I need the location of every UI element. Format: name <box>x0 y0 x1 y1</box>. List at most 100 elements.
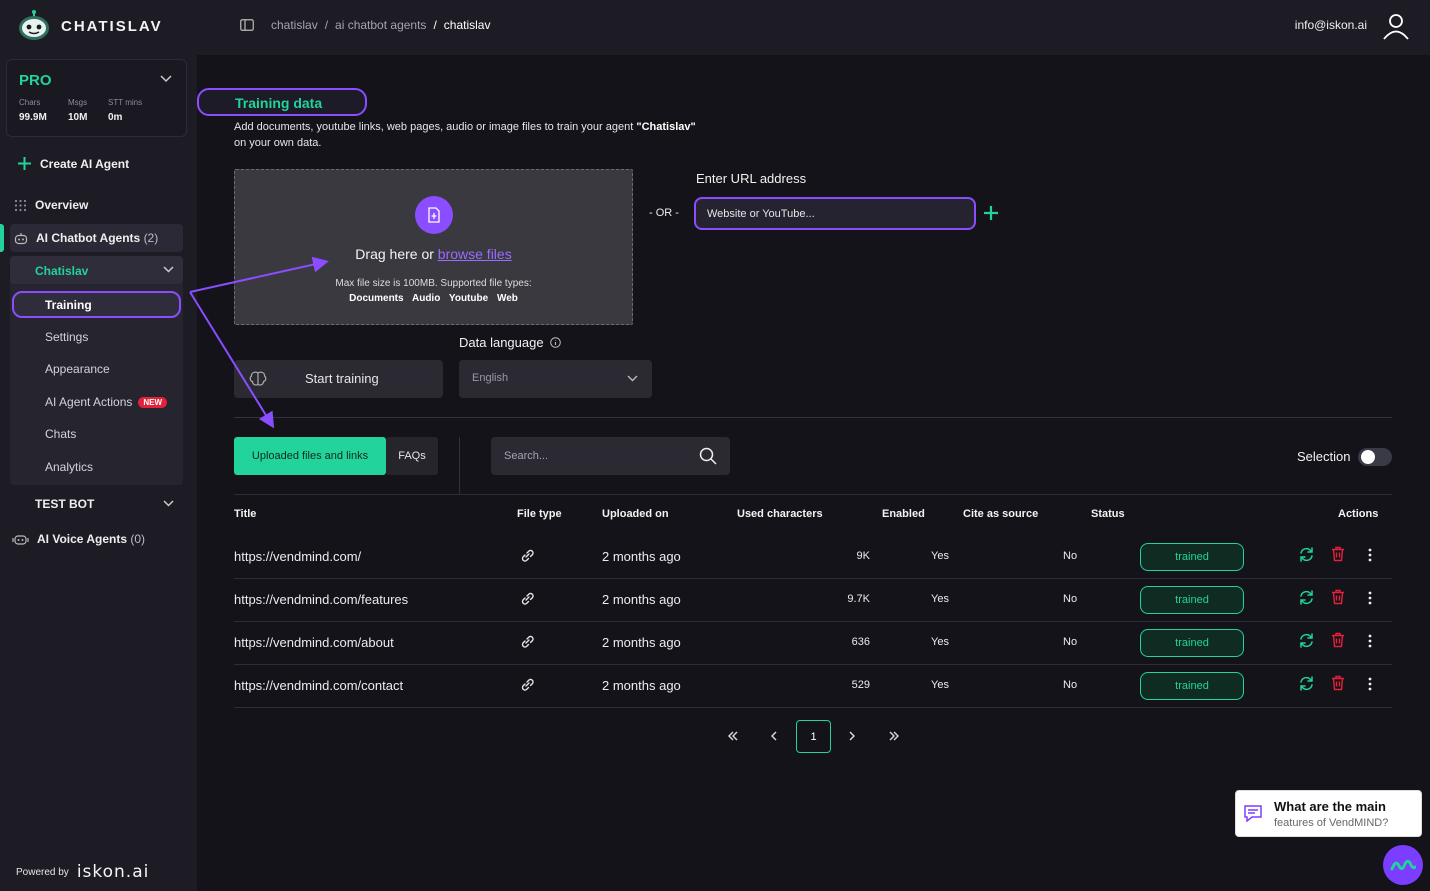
row-title[interactable]: https://vendmind.com/ <box>234 549 361 564</box>
retrain-icon[interactable] <box>1298 590 1315 608</box>
column-header-cite[interactable]: Cite as source <box>963 508 1038 520</box>
breadcrumb-item[interactable]: chatislav <box>271 18 318 32</box>
sidebar-item-overview[interactable]: Overview <box>14 198 88 212</box>
link-icon <box>520 591 535 609</box>
user-avatar-icon[interactable] <box>1381 10 1411 40</box>
sidebar-item-agent-actions[interactable]: AI Agent Actions NEW <box>45 395 168 409</box>
stat-value: 99.9M <box>19 112 47 123</box>
row-uploaded: 2 months ago <box>602 678 681 693</box>
stat-msgs: Msgs 10M <box>68 98 87 123</box>
row-divider <box>234 621 1392 622</box>
page-number-current[interactable]: 1 <box>796 720 831 753</box>
create-agent-label: Create AI Agent <box>40 156 130 171</box>
row-cite-source[interactable]: No <box>1063 550 1077 562</box>
description-text: on your own data. <box>234 137 322 149</box>
prev-page-icon[interactable] <box>770 731 778 741</box>
powered-by-brand[interactable]: iskon.ai <box>77 862 150 882</box>
sidebar-item-label: AI Agent Actions <box>45 395 133 409</box>
more-options-icon[interactable] <box>1368 591 1372 608</box>
stat-value: 0m <box>108 112 123 123</box>
url-input[interactable] <box>694 197 976 230</box>
breadcrumb-separator: / <box>324 18 329 32</box>
row-title[interactable]: https://vendmind.com/about <box>234 635 394 650</box>
column-header-uploaded[interactable]: Uploaded on <box>602 508 669 520</box>
row-uploaded: 2 months ago <box>602 549 681 564</box>
browse-files-link[interactable]: browse files <box>438 246 512 262</box>
description-agent: "Chatislav" <box>636 121 696 133</box>
more-options-icon[interactable] <box>1368 634 1372 651</box>
column-header-file-type[interactable]: File type <box>517 508 562 520</box>
info-icon[interactable] <box>549 337 561 348</box>
search-field[interactable] <box>491 437 730 475</box>
table-top-divider <box>234 494 1392 495</box>
language-select[interactable]: English <box>459 360 652 398</box>
row-enabled[interactable]: Yes <box>931 679 949 691</box>
row-enabled[interactable]: Yes <box>931 550 949 562</box>
grid-dots-icon <box>14 199 27 211</box>
toolbar-separator <box>459 437 460 494</box>
breadcrumb-item[interactable]: ai chatbot agents <box>335 18 426 32</box>
row-uploaded: 2 months ago <box>602 635 681 650</box>
file-dropzone[interactable]: Drag here or browse files Max file size … <box>234 169 633 325</box>
add-url-icon[interactable] <box>983 205 999 221</box>
page-description: Add documents, youtube links, web pages,… <box>234 119 754 151</box>
row-title[interactable]: https://vendmind.com/contact <box>234 678 403 693</box>
chevron-down-icon <box>163 266 174 273</box>
sidebar-toggle-icon[interactable] <box>240 19 254 31</box>
stat-label: Chars <box>19 98 41 107</box>
tab-uploaded-files[interactable]: Uploaded files and links <box>234 437 386 475</box>
search-input[interactable] <box>491 437 691 475</box>
row-cite-source[interactable]: No <box>1063 593 1077 605</box>
retrain-icon[interactable] <box>1298 633 1315 651</box>
retrain-icon[interactable] <box>1298 547 1315 565</box>
start-training-button[interactable]: Start training <box>234 360 443 398</box>
test-bot-toggle[interactable]: TEST BOT <box>35 497 94 511</box>
language-label-text: Data language <box>459 335 544 350</box>
last-page-icon[interactable] <box>888 731 900 741</box>
row-cite-source[interactable]: No <box>1063 636 1077 648</box>
breadcrumb: chatislav / ai chatbot agents / chatisla… <box>240 18 490 32</box>
more-options-icon[interactable] <box>1368 677 1372 694</box>
column-header-status[interactable]: Status <box>1091 508 1125 520</box>
column-header-used-chars[interactable]: Used characters <box>737 508 823 520</box>
dropzone-limits: Max file size is 100MB. Supported file t… <box>335 278 532 289</box>
language-value: English <box>472 372 509 384</box>
delete-icon[interactable] <box>1331 546 1345 565</box>
column-header-enabled[interactable]: Enabled <box>882 508 925 520</box>
sidebar-item-analytics[interactable]: Analytics <box>45 460 93 474</box>
delete-icon[interactable] <box>1331 675 1345 694</box>
plan-selector[interactable]: PRO Chars 99.9M Msgs 10M STT mins 0m <box>6 59 187 137</box>
sidebar-item-chatbot-agents[interactable]: AI Chatbot Agents (2) <box>10 224 183 252</box>
sidebar-item-training[interactable]: Training <box>12 291 181 318</box>
sidebar-item-settings[interactable]: Settings <box>45 330 88 344</box>
search-icon[interactable] <box>699 447 717 465</box>
sidebar-item-chats[interactable]: Chats <box>45 427 76 441</box>
column-header-title[interactable]: Title <box>234 508 256 520</box>
chat-launcher-button[interactable] <box>1383 845 1423 885</box>
sidebar-item-voice-agents[interactable]: AI Voice Agents (0) <box>12 532 145 546</box>
page-title-text: Training data <box>235 95 323 111</box>
plan-name: PRO <box>19 72 52 89</box>
url-label: Enter URL address <box>696 171 807 186</box>
more-options-icon[interactable] <box>1368 548 1372 565</box>
chat-suggestion[interactable]: What are the main features of VendMIND? <box>1235 790 1422 837</box>
row-enabled[interactable]: Yes <box>931 636 949 648</box>
next-page-icon[interactable] <box>848 731 856 741</box>
delete-icon[interactable] <box>1331 589 1345 608</box>
brand-logo[interactable]: CHATISLAV <box>17 10 163 42</box>
row-cite-source[interactable]: No <box>1063 679 1077 691</box>
stat-label: STT mins <box>108 98 143 107</box>
first-page-icon[interactable] <box>727 731 739 741</box>
agent-selector[interactable]: Chatislav <box>10 256 183 284</box>
selection-toggle[interactable] <box>1358 448 1392 466</box>
sidebar-item-label: AI Voice Agents <box>37 532 128 546</box>
create-agent-button[interactable]: Create AI Agent <box>17 156 129 171</box>
sidebar-item-appearance[interactable]: Appearance <box>45 362 110 376</box>
row-enabled[interactable]: Yes <box>931 593 949 605</box>
retrain-icon[interactable] <box>1298 676 1315 694</box>
delete-icon[interactable] <box>1331 632 1345 651</box>
tab-faqs[interactable]: FAQs <box>386 437 438 475</box>
row-title[interactable]: https://vendmind.com/features <box>234 592 408 607</box>
powered-by: Powered by iskon.ai <box>16 862 149 882</box>
row-used-chars: 529 <box>851 679 870 691</box>
